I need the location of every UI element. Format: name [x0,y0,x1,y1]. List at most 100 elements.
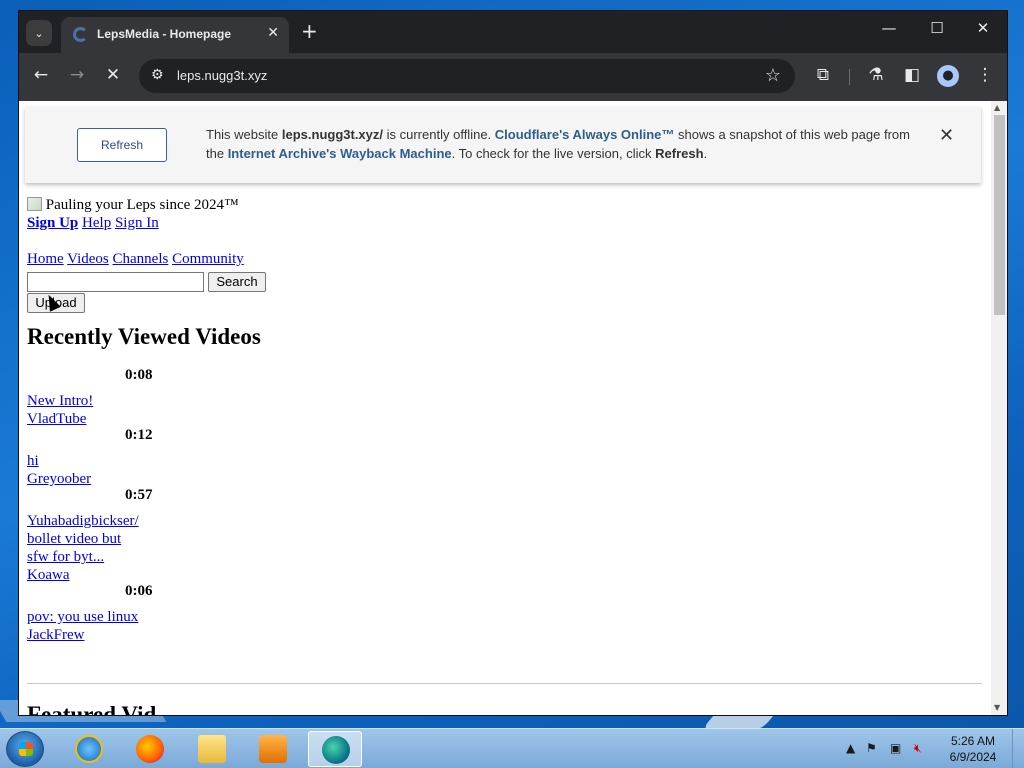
cloudflare-offline-banner: Refresh This website leps.nugg3t.xyz/ is… [25,107,981,183]
folder-icon [198,735,226,763]
tab-lepsmedia[interactable]: LepsMedia - Homepage ✕ [61,17,289,53]
list-item: hi [27,453,39,470]
nav-home-link[interactable]: Home [27,251,64,267]
firefox-icon [136,735,164,763]
kebab-menu-icon[interactable]: ⋮ [973,65,997,85]
refresh-button[interactable]: Refresh [77,128,167,162]
header-tagline-row: Pauling your Leps since 2024™ [27,197,239,214]
page-viewport: Refresh This website leps.nugg3t.xyz/ is… [19,101,1007,715]
system-clock[interactable]: 5:26 AM 6/9/2024 [940,733,1006,765]
channel-link[interactable]: Greyoober [27,471,91,487]
channel-link[interactable]: Koawa [27,567,69,583]
page-scrollbar[interactable]: ▲ ▼ [991,101,1007,715]
loading-spinner-icon [73,27,88,42]
minimize-icon[interactable]: — [874,19,904,37]
scroll-down-arrow-icon[interactable]: ▼ [994,703,1000,712]
video-title-link[interactable]: sfw for byt... [27,549,104,565]
video-duration: 0:12 [125,427,153,443]
forward-arrow-icon[interactable]: → [65,65,89,85]
site-settings-icon[interactable]: ⚙ [151,67,164,83]
video-title-link[interactable]: pov: you use linux [27,609,138,625]
video-title-link[interactable]: New Intro! [27,393,93,409]
taskbar: ▲ ⚑ ▣ 🔇︎ 5:26 AM 6/9/2024 [0,728,1024,768]
list-item: Koawa [27,567,69,584]
nav-channels-link[interactable]: Channels [113,251,169,267]
address-bar[interactable]: ⚙ leps.nugg3t.xyz ☆ [139,59,795,93]
plus-icon[interactable]: + [301,21,318,41]
volume-muted-icon[interactable]: 🔇︎ [914,741,922,756]
wayback-machine-link[interactable]: Internet Archive's Wayback Machine [228,146,452,161]
sign-up-link[interactable]: Sign Up [27,215,78,231]
start-button[interactable] [6,731,44,767]
taskbar-edge-browser[interactable] [308,731,362,767]
taskbar-ie[interactable] [62,731,116,767]
scroll-thumb[interactable] [994,115,1005,315]
broken-logo-image-icon [27,197,42,211]
toolbar-divider [849,69,850,85]
show-desktop-button[interactable] [1012,729,1024,768]
nav-videos-link[interactable]: Videos [67,251,109,267]
close-icon[interactable]: ✕ [267,25,279,41]
help-link[interactable]: Help [82,215,111,231]
list-item: pov: you use linux [27,609,138,626]
side-panel-icon[interactable]: ◧ [900,65,924,85]
clock-date: 6/9/2024 [949,750,997,764]
video-title-link[interactable]: hi [27,453,39,469]
media-player-icon [259,735,287,763]
clock-time: 5:26 AM [950,734,996,748]
video-duration: 0:08 [125,367,153,383]
list-item: bollet video but [27,531,121,548]
site-tagline: Pauling your Leps since 2024™ [45,197,239,213]
search-input[interactable] [27,272,204,292]
taskbar-firefox[interactable] [123,731,177,767]
sign-in-link[interactable]: Sign In [115,215,159,231]
video-title-link[interactable]: bollet video but [27,531,121,547]
extensions-puzzle-icon[interactable]: ⧉ [811,65,835,85]
scroll-up-arrow-icon[interactable]: ▲ [994,103,1000,112]
bookmark-star-icon[interactable]: ☆ [765,65,781,86]
internet-explorer-icon [75,735,103,763]
window-close-icon[interactable]: ✕ [968,19,998,37]
nav-community-link[interactable]: Community [172,251,244,267]
desktop: { "browser": { "tab_title": "LepsMedia -… [0,0,1024,768]
search-button[interactable]: Search [208,272,266,292]
cloudflare-link[interactable]: Cloudflare's Always Online™ [495,127,675,142]
video-duration: 0:06 [125,583,153,599]
url-text[interactable]: leps.nugg3t.xyz [177,68,267,83]
action-center-flag-icon[interactable]: ⚑ [866,741,877,755]
list-item: JackFrew [27,627,84,644]
banner-close-icon[interactable]: ✕ [939,125,954,146]
list-item: Greyoober [27,471,91,488]
profile-avatar-icon[interactable]: ● [937,65,959,87]
recently-viewed-heading: Recently Viewed Videos [27,324,261,349]
tab-title: LepsMedia - Homepage [97,27,232,41]
channel-link[interactable]: VladTube [27,411,86,427]
offline-message: This website leps.nugg3t.xyz/ is current… [206,127,910,161]
back-arrow-icon[interactable]: ← [29,65,53,85]
account-links: Sign Up Help Sign In [27,215,159,232]
list-item: VladTube [27,411,86,428]
tab-search-chevron-icon[interactable]: ⌄ [26,20,52,46]
featured-videos-heading: Featured Vid [27,702,157,715]
browser-icon [322,736,350,764]
list-item: Yuhabadigbickser/ [27,513,139,530]
section-divider [27,683,982,684]
labs-flask-icon[interactable]: ⚗ [864,65,888,85]
video-duration: 0:57 [125,487,153,503]
stop-loading-icon[interactable]: ✕ [101,65,125,85]
browser-toolbar: ← → ✕ ⚙ leps.nugg3t.xyz ☆ ⧉ ⚗ ◧ ● ⋮ [19,53,1007,101]
maximize-icon[interactable]: ☐ [922,19,952,37]
taskbar-media-player[interactable] [246,731,300,767]
browser-window: ⌄ LepsMedia - Homepage ✕ + — ☐ ✕ ← → ✕ ⚙… [18,10,1008,716]
refresh-word: Refresh [655,146,704,161]
network-icon[interactable]: ▣ [890,741,901,755]
show-hidden-icons-icon[interactable]: ▲ [846,741,855,755]
list-item: New Intro! [27,393,93,410]
site-name: leps.nugg3t.xyz/ [281,127,384,142]
windows-logo-icon [19,742,33,756]
list-item: sfw for byt... [27,549,104,566]
channel-link[interactable]: JackFrew [27,627,84,643]
taskbar-explorer[interactable] [185,731,239,767]
tab-strip: ⌄ LepsMedia - Homepage ✕ + — ☐ ✕ [19,11,1007,53]
video-title-link[interactable]: Yuhabadigbickser/ [27,513,139,529]
